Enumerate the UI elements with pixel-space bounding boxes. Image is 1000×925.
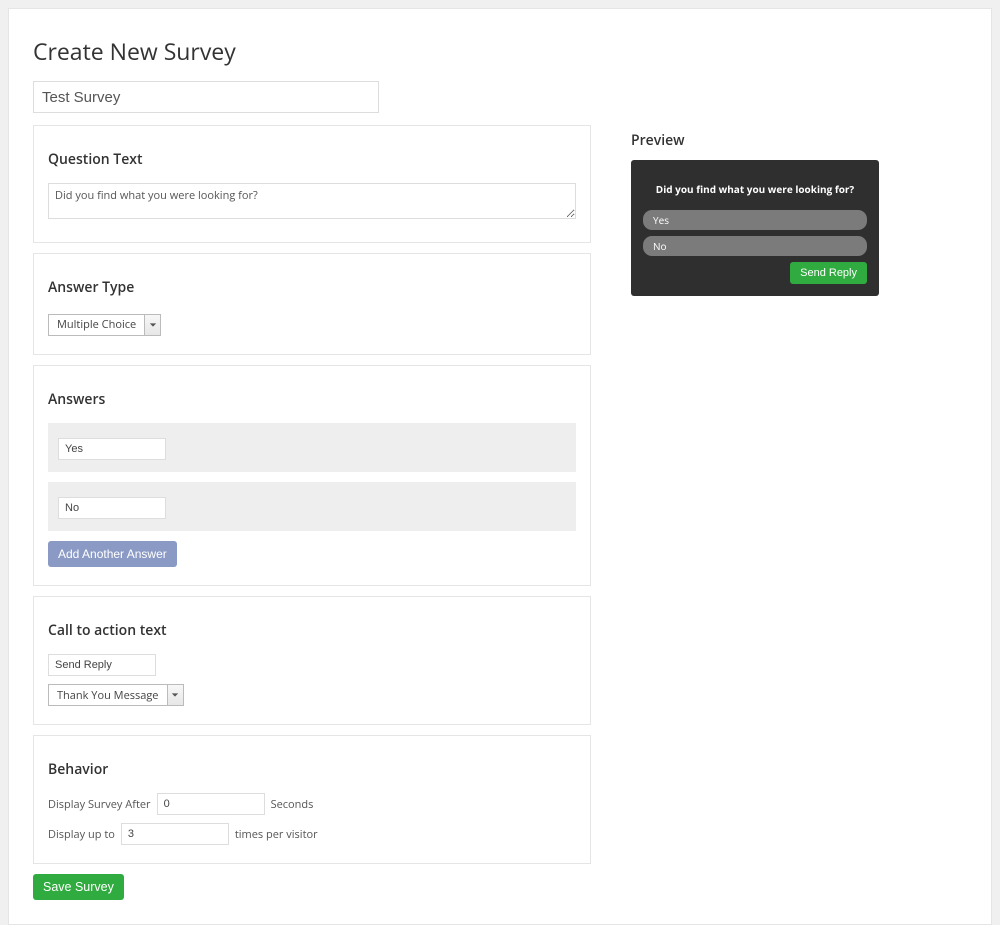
preview-box: Did you find what you were looking for? …	[631, 160, 879, 296]
question-textarea[interactable]: Did you find what you were looking for?	[48, 183, 576, 219]
answer-row	[48, 482, 576, 531]
behavior-heading: Behavior	[48, 760, 576, 779]
cta-heading: Call to action text	[48, 621, 576, 640]
cta-input[interactable]	[48, 654, 156, 676]
preview-option-1[interactable]: No	[643, 236, 867, 256]
cta-message-value: Thank You Message	[49, 685, 167, 705]
answer-input-1[interactable]	[58, 497, 166, 519]
behavior-upto-suffix: times per visitor	[235, 827, 318, 842]
behavior-panel: Behavior Display Survey After Seconds Di…	[33, 735, 591, 864]
chevron-down-icon[interactable]	[144, 315, 160, 335]
preview-option-0[interactable]: Yes	[643, 210, 867, 230]
behavior-after-input[interactable]	[157, 793, 265, 815]
behavior-after-suffix: Seconds	[271, 797, 314, 812]
survey-editor-card: Create New Survey Question Text Did you …	[8, 8, 992, 925]
page-title: Create New Survey	[33, 35, 967, 67]
add-answer-button[interactable]: Add Another Answer	[48, 541, 177, 567]
behavior-upto-input[interactable]	[121, 823, 229, 845]
preview-question: Did you find what you were looking for?	[643, 182, 867, 196]
answer-type-value: Multiple Choice	[49, 315, 144, 335]
cta-panel: Call to action text Thank You Message	[33, 596, 591, 726]
behavior-upto-label: Display up to	[48, 827, 115, 842]
answer-type-panel: Answer Type Multiple Choice	[33, 253, 591, 355]
answers-heading: Answers	[48, 390, 576, 409]
behavior-after-label: Display Survey After	[48, 797, 151, 812]
behavior-upto-row: Display up to times per visitor	[48, 823, 576, 845]
cta-message-select[interactable]: Thank You Message	[48, 684, 184, 706]
answer-input-0[interactable]	[58, 438, 166, 460]
preview-send-reply-button[interactable]: Send Reply	[790, 262, 867, 284]
chevron-down-icon[interactable]	[167, 685, 183, 705]
survey-title-input[interactable]	[33, 81, 379, 113]
answers-panel: Answers Add Another Answer	[33, 365, 591, 586]
answer-type-select[interactable]: Multiple Choice	[48, 314, 161, 336]
question-text-heading: Question Text	[48, 150, 576, 169]
answer-type-heading: Answer Type	[48, 278, 576, 297]
question-text-panel: Question Text Did you find what you were…	[33, 125, 591, 243]
save-survey-button[interactable]: Save Survey	[33, 874, 124, 900]
behavior-after-row: Display Survey After Seconds	[48, 793, 576, 815]
answer-row	[48, 423, 576, 472]
preview-heading: Preview	[631, 131, 967, 150]
